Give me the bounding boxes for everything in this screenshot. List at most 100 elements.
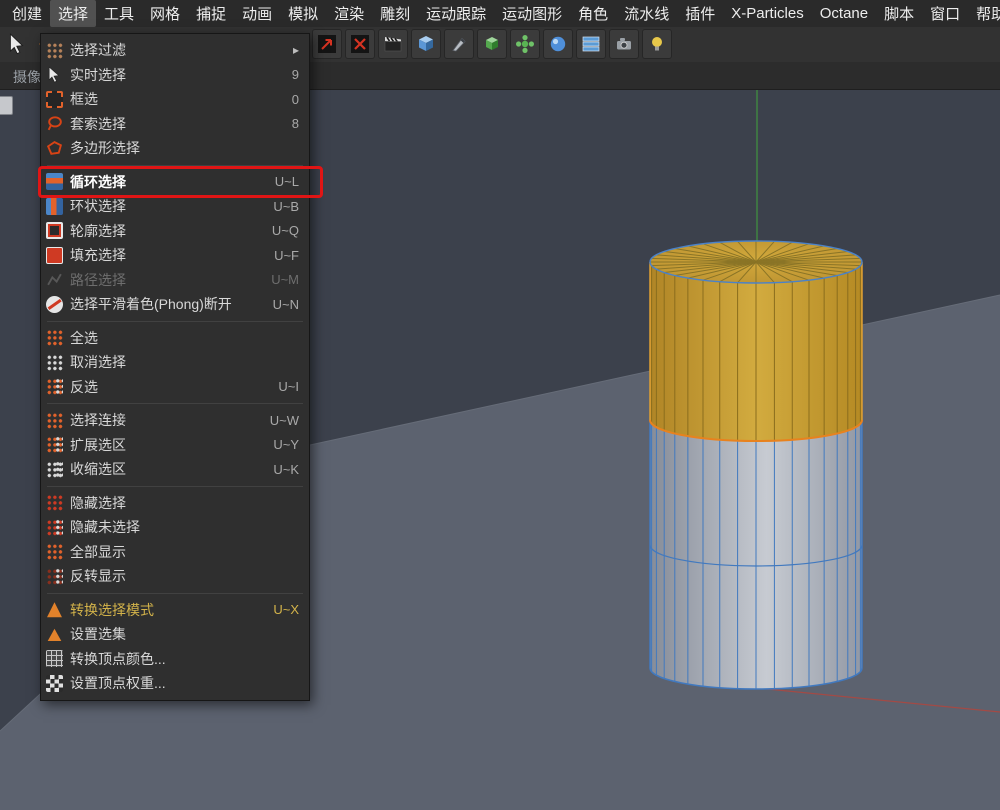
menu-separator [47, 486, 303, 487]
menu-item-live-selection[interactable]: 实时选择 9 [41, 63, 309, 88]
menu-item-shortcut: 0 [292, 92, 299, 107]
menu-item-shortcut: U~F [274, 248, 299, 263]
menubar-item-sculpt[interactable]: 雕刻 [372, 0, 418, 27]
menu-item-convert-vertex-color[interactable]: 转换顶点颜色... [41, 647, 309, 672]
path-selection-icon [46, 271, 63, 288]
menu-item-shortcut: U~N [273, 297, 299, 312]
menu-item-outline-selection[interactable]: 轮廓选择 U~Q [41, 219, 309, 244]
menu-item-select-all[interactable]: 全选 [41, 326, 309, 351]
menubar-item-script[interactable]: 脚本 [876, 0, 922, 27]
menu-item-ring-selection[interactable]: 环状选择 U~B [41, 194, 309, 219]
menu-item-label: 环状选择 [70, 196, 126, 216]
toolbar-button-render-tile[interactable] [312, 29, 342, 59]
menu-item-lasso-selection[interactable]: 套索选择 8 [41, 112, 309, 137]
menu-item-label: 全选 [70, 328, 98, 348]
menu-item-rectangle-selection[interactable]: 框选 0 [41, 87, 309, 112]
menu-item-shortcut: U~M [271, 272, 299, 287]
menu-item-loop-selection[interactable]: 循环选择 U~L [41, 170, 309, 195]
menu-item-label: 实时选择 [70, 65, 126, 85]
menubar-item-window[interactable]: 窗口 [922, 0, 968, 27]
toolbar-button-knife[interactable] [444, 29, 474, 59]
menu-item-select-connected[interactable]: 选择连接 U~W [41, 408, 309, 433]
select-menu-dropdown: 选择过滤 ▸ 实时选择 9 框选 0 套索选择 8 多边形选择 [40, 33, 310, 701]
menu-item-label: 选择平滑着色(Phong)断开 [70, 294, 232, 314]
clapperboard-icon [383, 34, 403, 54]
select-filter-icon [46, 42, 63, 59]
toolbar-button-camera[interactable] [609, 29, 639, 59]
invert-visibility-icon [46, 568, 63, 585]
cube-primitive-icon [416, 34, 436, 54]
menu-item-set-selection[interactable]: 设置选集 [41, 622, 309, 647]
unhide-all-icon [46, 543, 63, 560]
convert-selection-mode-icon [46, 601, 63, 618]
deselect-all-icon [46, 354, 63, 371]
menu-item-label: 框选 [70, 89, 98, 109]
rectangle-selection-icon [46, 91, 63, 108]
menu-item-convert-selection-mode[interactable]: 转换选择模式 U~X [41, 598, 309, 623]
toolbar-button-array[interactable] [576, 29, 606, 59]
menubar-item-mesh[interactable]: 网格 [142, 0, 188, 27]
light-bulb-icon [647, 34, 667, 54]
menu-item-fill-selection[interactable]: 填充选择 U~F [41, 243, 309, 268]
menubar-item-character[interactable]: 角色 [570, 0, 616, 27]
hide-selected-icon [46, 494, 63, 511]
grow-selection-icon [46, 436, 63, 453]
hide-unselected-icon [46, 519, 63, 536]
menu-item-grow-selection[interactable]: 扩展选区 U~Y [41, 433, 309, 458]
menubar-item-select[interactable]: 选择 [50, 0, 96, 27]
set-selection-icon [46, 626, 63, 643]
menubar-item-tools[interactable]: 工具 [96, 0, 142, 27]
menu-item-deselect-all[interactable]: 取消选择 [41, 350, 309, 375]
menubar-item-simulate[interactable]: 模拟 [280, 0, 326, 27]
toolbar-button-render-region[interactable] [345, 29, 375, 59]
menu-item-invert-selection[interactable]: 反选 U~I [41, 375, 309, 400]
menu-item-hide-unselected[interactable]: 隐藏未选择 [41, 515, 309, 540]
menubar-item-pipeline[interactable]: 流水线 [616, 0, 677, 27]
toolbar-button-render-settings[interactable] [378, 29, 408, 59]
menu-item-invert-visibility[interactable]: 反转显示 [41, 564, 309, 589]
toolbar-button-green-cube[interactable] [477, 29, 507, 59]
select-connected-icon [46, 412, 63, 429]
select-tool-button[interactable] [2, 29, 32, 59]
viewport-camera-menu[interactable]: 摄像 [13, 67, 41, 87]
live-selection-icon [46, 66, 63, 83]
menubar-item-animate[interactable]: 动画 [234, 0, 280, 27]
toolbar-button-add-cube[interactable] [411, 29, 441, 59]
menu-item-hide-selected[interactable]: 隐藏选择 [41, 491, 309, 516]
menu-item-phong-break-selection[interactable]: 选择平滑着色(Phong)断开 U~N [41, 292, 309, 317]
menu-item-label: 转换顶点颜色... [70, 649, 166, 669]
menu-item-shrink-selection[interactable]: 收缩选区 U~K [41, 457, 309, 482]
menu-item-set-vertex-weight[interactable]: 设置顶点权重... [41, 671, 309, 696]
menu-item-label: 轮廓选择 [70, 221, 126, 241]
menubar-item-plugins[interactable]: 插件 [677, 0, 723, 27]
menubar-item-render[interactable]: 渲染 [326, 0, 372, 27]
menu-item-unhide-all[interactable]: 全部显示 [41, 540, 309, 565]
menu-separator [47, 403, 303, 404]
toolbar-button-light[interactable] [642, 29, 672, 59]
menubar-item-help[interactable]: 帮助 [968, 0, 1000, 27]
menu-separator [47, 165, 303, 166]
loop-selection-icon [46, 173, 63, 190]
menu-item-polygon-selection[interactable]: 多边形选择 [41, 136, 309, 161]
menubar-item-motion-tracker[interactable]: 运动跟踪 [418, 0, 494, 27]
menu-item-label: 套索选择 [70, 114, 126, 134]
menu-item-label: 多边形选择 [70, 138, 140, 158]
viewport-corner-icon[interactable] [0, 96, 13, 115]
menu-item-select-filter[interactable]: 选择过滤 ▸ [41, 38, 309, 63]
menu-item-shortcut: U~Q [272, 223, 299, 238]
menu-item-path-selection: 路径选择 U~M [41, 268, 309, 293]
toolbar-button-dynamics[interactable] [543, 29, 573, 59]
menu-item-shortcut: 8 [292, 116, 299, 131]
menubar-item-x-particles[interactable]: X-Particles [723, 2, 812, 25]
menu-item-shortcut: U~K [273, 462, 299, 477]
menubar-item-mograph[interactable]: 运动图形 [494, 0, 570, 27]
menu-item-label: 填充选择 [70, 245, 126, 265]
menubar-item-create[interactable]: 创建 [4, 0, 50, 27]
menu-item-shortcut: U~Y [273, 437, 299, 452]
menubar-item-octane[interactable]: Octane [812, 2, 876, 25]
convert-vertex-color-icon [46, 650, 63, 667]
shrink-selection-icon [46, 461, 63, 478]
menu-item-shortcut: U~B [273, 199, 299, 214]
menubar-item-snap[interactable]: 捕捉 [188, 0, 234, 27]
toolbar-button-mograph[interactable] [510, 29, 540, 59]
